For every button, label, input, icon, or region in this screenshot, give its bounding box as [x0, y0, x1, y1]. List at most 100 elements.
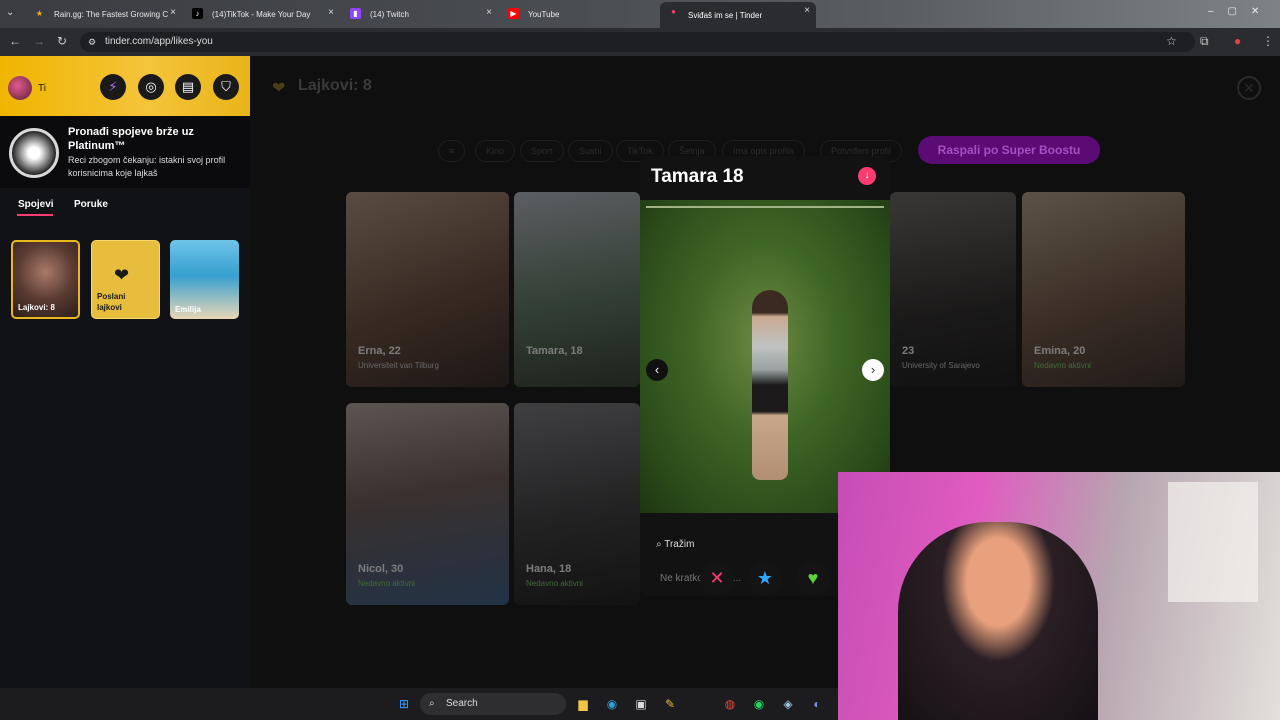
twitch-icon: ▮: [350, 8, 361, 19]
tab-youtube[interactable]: ▶ YouTube: [500, 4, 656, 24]
tab-tinder[interactable]: ● Sviđaš im se | Tinder ×: [660, 2, 816, 28]
tab-title: (14)TikTok - Make Your Day: [212, 9, 311, 19]
reload-icon[interactable]: ↻: [57, 34, 67, 48]
likes-count-label: Lajkovi: 8: [18, 303, 55, 312]
youtube-icon: ▶: [508, 8, 519, 19]
like-card[interactable]: 23 University of Sarajevo: [890, 192, 1016, 387]
sidebar-header: Ti ⚡ ◎ ▤ ⛉: [0, 56, 250, 116]
likes-thumb[interactable]: Lajkovi: 8: [11, 240, 80, 319]
steam-icon[interactable]: ◈: [779, 695, 797, 713]
address-bar-row: ← → ↻ ⚙ tinder.com/app/likes-you ☆ ⧉ ● ⋮: [0, 28, 1280, 56]
close-tab-icon[interactable]: ×: [328, 7, 334, 18]
card-sub: Nedavno aktivni: [526, 579, 583, 588]
spotify-icon[interactable]: ◉: [750, 695, 768, 713]
streamer-silhouette: [898, 522, 1098, 720]
profile-photo[interactable]: [640, 200, 890, 513]
bookmark-star-icon[interactable]: ☆: [1166, 34, 1177, 48]
star-icon: ★: [35, 9, 44, 18]
discord-icon[interactable]: ◐: [808, 695, 826, 713]
platinum-promo[interactable]: Pronađi spojeve brže uz Platinum™ Reci z…: [0, 116, 250, 188]
taskbar: ⊞ ⌕ Search ▆ ◉ ▣ ✎ ◍ ◉ ◈ ◐: [0, 688, 838, 720]
tab-title: Sviđaš im se | Tinder: [688, 10, 763, 20]
active-tab-indicator: [17, 214, 53, 216]
boost-icon[interactable]: ⚡: [100, 74, 126, 100]
url-field[interactable]: ⚙ tinder.com/app/likes-you: [80, 32, 1195, 52]
briefcase-icon[interactable]: ▤: [175, 74, 201, 100]
back-icon[interactable]: ←: [9, 34, 21, 48]
match-name: Emilija: [175, 305, 201, 314]
card-name: Tamara, 18: [526, 345, 583, 357]
taskbar-search[interactable]: ⌕ Search: [420, 693, 566, 715]
tab-twitch[interactable]: ▮ (14) Twitch ×: [342, 4, 498, 24]
window-light: [1168, 482, 1258, 602]
filter-chip[interactable]: Sport: [520, 140, 564, 162]
photo-progress-bars: [646, 206, 884, 208]
filter-chip[interactable]: Sushi: [568, 140, 613, 162]
shield-icon[interactable]: ⛉: [213, 74, 239, 100]
avatar[interactable]: [8, 76, 32, 100]
store-icon[interactable]: ▣: [632, 695, 650, 713]
nope-button[interactable]: ✕: [700, 561, 734, 595]
windows-start-icon[interactable]: ⊞: [395, 695, 413, 713]
looking-for-label: Tražim: [664, 539, 695, 550]
tab-title: YouTube: [528, 9, 560, 19]
tab-title: Rain.gg: The Fastest Growing C: [54, 9, 169, 19]
browser-tab-bar: ⌄ ★ Rain.gg: The Fastest Growing C × ♪ (…: [0, 0, 1280, 28]
tab-title: (14) Twitch: [370, 9, 409, 19]
user-name[interactable]: Ti: [38, 83, 46, 94]
filter-chip[interactable]: Kino: [475, 140, 516, 162]
tab-list-icon[interactable]: ⌄: [6, 7, 14, 18]
looking-for: ⌕ Tražim: [656, 539, 694, 550]
close-tab-icon[interactable]: ×: [170, 7, 176, 18]
tab-tiktok[interactable]: ♪ (14)TikTok - Make Your Day ×: [184, 4, 340, 24]
edge-icon[interactable]: ◉: [603, 695, 621, 713]
extensions-icon[interactable]: ⧉: [1200, 34, 1209, 49]
tab-rain[interactable]: ★ Rain.gg: The Fastest Growing C ×: [26, 4, 182, 24]
page-title: Lajkovi: 8: [298, 77, 372, 94]
site-info-icon[interactable]: ⚙: [88, 32, 96, 52]
like-button[interactable]: ♥: [796, 561, 830, 595]
taskbar-search-label: Search: [446, 698, 478, 709]
card-sub: Universiteit van Tilburg: [358, 361, 439, 370]
tiktok-icon: ♪: [192, 8, 203, 19]
hearts-icon: ❤: [114, 265, 130, 285]
sent-likes-thumb[interactable]: ❤ Poslani lajkovi: [91, 240, 160, 319]
like-card[interactable]: Tamara, 18: [514, 192, 640, 387]
platinum-icon: [9, 128, 59, 178]
menu-icon[interactable]: ⋮: [1262, 34, 1274, 48]
chevron-left-icon[interactable]: ‹: [646, 359, 668, 381]
sent-likes-label: Poslani lajkovi: [97, 292, 126, 312]
super-boost-button[interactable]: Raspali po Super Boostu: [918, 136, 1100, 164]
search-icon: ⌕: [656, 539, 662, 550]
card-sub: Nedavno aktivni: [1034, 361, 1091, 370]
like-card[interactable]: Hana, 18 Nedavno aktivni: [514, 403, 640, 605]
profile-icon[interactable]: ●: [1234, 34, 1241, 48]
collapse-profile-icon[interactable]: ↓: [858, 167, 876, 185]
close-tab-icon[interactable]: ×: [486, 7, 492, 18]
gold-hearts-icon: ❤: [272, 80, 286, 97]
like-card[interactable]: Nicol, 30 Nedavno aktivni: [346, 403, 509, 605]
like-card[interactable]: Erna, 22 Universiteit van Tilburg: [346, 192, 509, 387]
search-icon: ⌕: [429, 698, 435, 709]
person-figure: [752, 290, 788, 480]
explore-icon[interactable]: ◎: [138, 74, 164, 100]
promo-subtitle: Reci zbogom čekanju: istakni svoj profil…: [68, 155, 226, 178]
super-like-button[interactable]: ★: [748, 561, 782, 595]
match-thumb[interactable]: Emilija: [170, 240, 239, 319]
like-card[interactable]: Emina, 20 Nedavno aktivni: [1022, 192, 1185, 387]
card-name: Hana, 18: [526, 563, 572, 575]
close-icon[interactable]: ✕: [1237, 76, 1261, 100]
chrome-icon[interactable]: ◍: [721, 695, 739, 713]
close-tab-icon[interactable]: ×: [804, 5, 810, 16]
tinder-icon: ●: [671, 7, 676, 16]
filter-icon-chip[interactable]: ≡: [438, 140, 466, 162]
tab-poruke[interactable]: Poruke: [74, 199, 108, 210]
file-explorer-icon[interactable]: ▆: [574, 695, 592, 713]
forward-icon[interactable]: →: [33, 34, 45, 48]
card-sub: Nedavno aktivni: [358, 579, 415, 588]
card-name: Emina, 20: [1034, 345, 1086, 357]
tab-spojevi[interactable]: Spojevi: [18, 199, 54, 210]
app-icon[interactable]: ✎: [661, 695, 679, 713]
chevron-right-icon[interactable]: ›: [862, 359, 884, 381]
promo-title: Pronađi spojeve brže uz Platinum™: [68, 126, 194, 152]
